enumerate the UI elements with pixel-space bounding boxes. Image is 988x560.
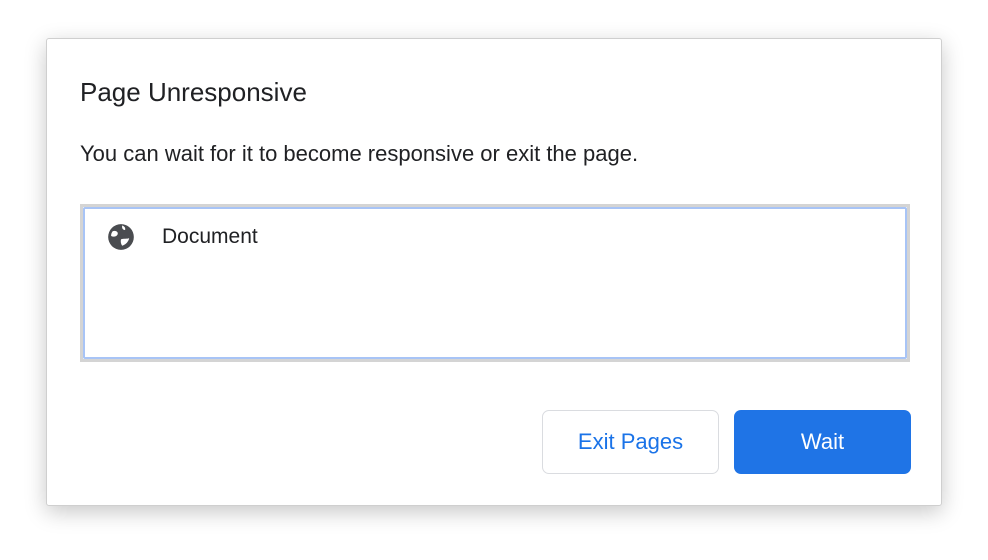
page-title: Document (162, 225, 258, 248)
exit-pages-button[interactable]: Exit Pages (542, 410, 719, 474)
page-unresponsive-dialog: Page Unresponsive You can wait for it to… (46, 38, 942, 506)
unresponsive-pages-list[interactable]: Document (80, 204, 910, 362)
globe-icon (108, 224, 134, 250)
list-item[interactable]: Document (107, 223, 258, 251)
dialog-title: Page Unresponsive (80, 77, 307, 107)
wait-button[interactable]: Wait (734, 410, 911, 474)
dialog-message: You can wait for it to become responsive… (80, 141, 639, 166)
